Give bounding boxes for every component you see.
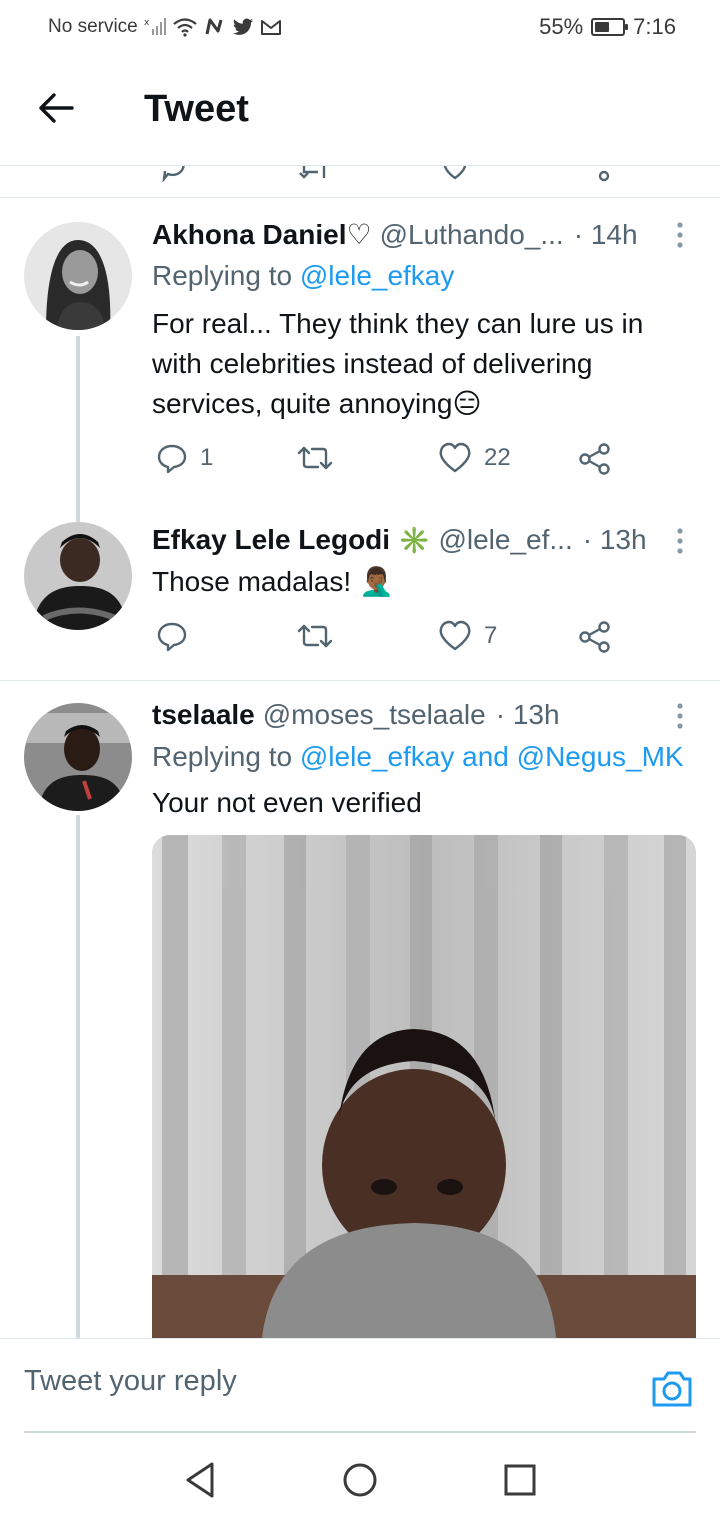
tweet-actions: 1 22 [152, 442, 652, 482]
tweet-text: Your not even verified [152, 787, 422, 818]
no-signal-icon: x [144, 18, 166, 35]
replying-prefix: Replying to [152, 741, 300, 772]
heart-icon[interactable] [440, 166, 470, 182]
handle[interactable]: @lele_ef... [438, 524, 572, 556]
tweet-text: For real... They think they can lure us … [152, 308, 644, 419]
header: Tweet [0, 56, 720, 166]
camera-icon[interactable] [650, 1369, 694, 1409]
circle-home-icon[interactable] [340, 1460, 380, 1500]
share-icon [579, 621, 610, 653]
retweet-button[interactable] [296, 442, 346, 474]
n-app-icon [205, 18, 223, 35]
battery-fill [595, 22, 610, 32]
reply-button[interactable]: 1 [156, 442, 213, 474]
replying-prefix: Replying to [152, 260, 300, 291]
tweet-media-photo[interactable] [152, 835, 696, 1338]
reply-input[interactable]: Tweet your reply [24, 1365, 237, 1398]
more-vertical-icon[interactable] [670, 526, 690, 556]
like-button[interactable]: 7 [438, 620, 497, 652]
timestamp: · 14h [573, 218, 638, 250]
square-recents-icon[interactable] [500, 1460, 540, 1500]
timestamp: · 13h [582, 524, 647, 555]
retweet-icon[interactable] [298, 166, 334, 182]
page-title: Tweet [144, 88, 249, 130]
more-vertical-icon[interactable] [670, 701, 690, 731]
avatar[interactable] [24, 522, 132, 630]
back-button[interactable] [34, 86, 78, 130]
timestamp: · 13h [495, 699, 560, 730]
mention-link[interactable]: @lele_efkay and @Negus_MK [300, 741, 684, 772]
heart-icon [439, 620, 471, 651]
display-name[interactable]: Akhona Daniel♡ [152, 218, 372, 251]
share-icon[interactable] [582, 166, 612, 182]
tweet-header: Akhona Daniel♡ @Luthando_... · 14h [152, 218, 638, 251]
triangle-back-icon[interactable] [182, 1460, 222, 1500]
more-vertical-icon[interactable] [670, 220, 690, 250]
mention-link[interactable]: @lele_efkay [300, 260, 455, 291]
system-nav-bar [0, 1434, 720, 1520]
thread-line [76, 815, 80, 1338]
retweet-icon [297, 446, 333, 470]
replying-to: Replying to @lele_efkay and @Negus_MK [152, 741, 684, 773]
gmail-icon [260, 20, 281, 35]
clock: 7:16 [633, 14, 676, 39]
reply-button[interactable] [156, 620, 200, 652]
like-button[interactable]: 22 [438, 442, 511, 474]
status-right: 55% 7:16 [539, 14, 676, 40]
status-bar: No service x 55% 7:16 [0, 0, 720, 56]
like-count: 7 [484, 622, 498, 649]
share-button[interactable] [578, 442, 612, 476]
reply-icon [157, 444, 187, 474]
reply-icon [157, 622, 187, 652]
tweet-text: Those madalas! 🤦🏾‍♂️ [152, 566, 394, 597]
avatar[interactable] [24, 222, 132, 330]
tweet-header: tselaale @moses_tselaale · 13h [152, 699, 560, 731]
previous-tweet-actions [0, 166, 720, 198]
tweet-efkay[interactable]: Efkay Lele Legodi ✳️ @lele_ef... · 13h T… [0, 498, 720, 680]
svg-text:x: x [144, 18, 150, 28]
tweet-actions: 7 [152, 620, 652, 660]
retweet-button[interactable] [296, 620, 346, 652]
handle[interactable]: @Luthando_... [380, 219, 564, 251]
status-left: No service x [48, 16, 282, 38]
twitter-bird-icon [232, 18, 253, 35]
display-name[interactable]: tselaale [152, 699, 255, 731]
wifi-icon [173, 18, 197, 37]
display-name[interactable]: Efkay Lele Legodi [152, 524, 390, 556]
reply-icon[interactable] [160, 166, 190, 182]
replying-to: Replying to @lele_efkay [152, 260, 454, 292]
heart-icon [439, 442, 471, 473]
reply-underline [24, 1431, 696, 1433]
thread-line [76, 336, 80, 522]
share-button[interactable] [578, 620, 612, 654]
tweet-header: Efkay Lele Legodi ✳️ @lele_ef... · 13h [152, 524, 647, 556]
reply-bar: Tweet your reply [0, 1338, 720, 1433]
tweet-akhona[interactable]: Akhona Daniel♡ @Luthando_... · 14h Reply… [0, 198, 720, 522]
like-count: 22 [484, 444, 511, 471]
arrow-left-icon [39, 93, 74, 123]
verified-badge: ✳️ [398, 524, 431, 555]
avatar[interactable] [24, 703, 132, 811]
share-icon [579, 443, 610, 475]
handle[interactable]: @moses_tselaale [263, 699, 486, 731]
battery-icon [591, 18, 629, 36]
retweet-icon [297, 624, 333, 648]
battery-percent: 55% [539, 14, 584, 39]
carrier-text: No service [48, 16, 138, 37]
reply-count: 1 [200, 444, 214, 471]
